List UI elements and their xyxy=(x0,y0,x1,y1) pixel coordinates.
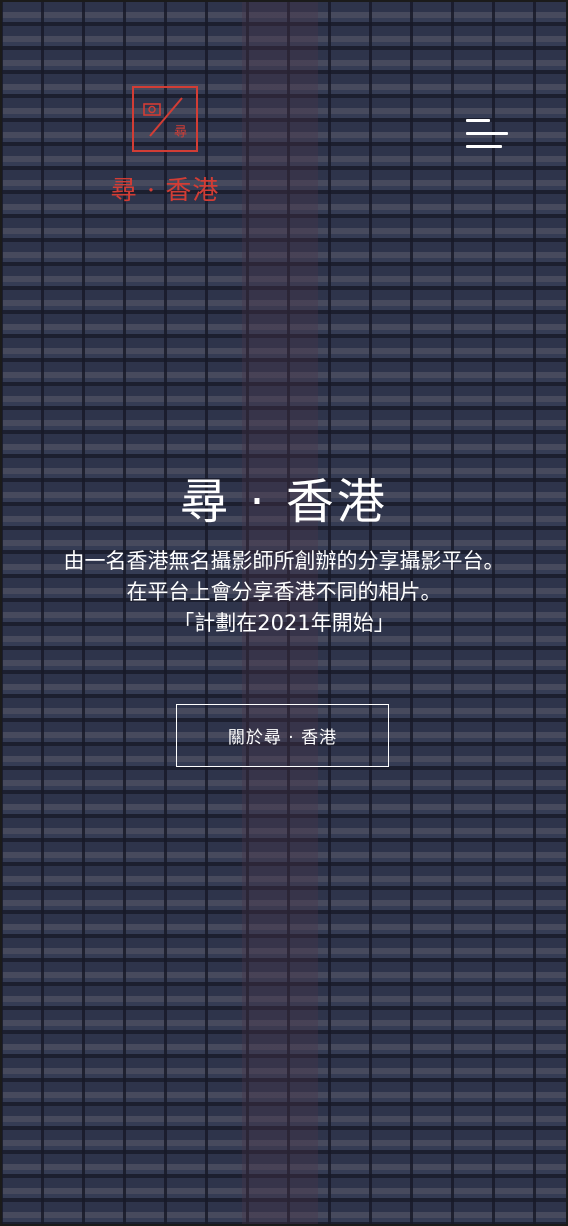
logo-mark-glyph: 尋 xyxy=(174,125,187,140)
hero-section: 尋 · 香港 由一名香港無名攝影師所創辦的分享攝影平台。 在平台上會分享香港不同… xyxy=(0,470,568,639)
hero-description-line: 在平台上會分享香港不同的相片。 xyxy=(126,580,442,604)
site-logo[interactable]: 尋 尋 · 香港 xyxy=(110,86,220,207)
menu-line xyxy=(466,145,502,148)
hero-title: 尋 · 香港 xyxy=(180,474,388,530)
menu-line xyxy=(466,132,508,135)
hero-description-line: 「計劃在2021年開始」 xyxy=(173,611,395,635)
logo-text: 尋 · 香港 xyxy=(110,176,220,206)
menu-line xyxy=(466,119,490,122)
hamburger-menu-icon[interactable] xyxy=(462,116,512,156)
logo-mark: 尋 xyxy=(132,86,198,152)
hero-description-line: 由一名香港無名攝影師所創辦的分享攝影平台。 xyxy=(63,549,505,573)
hero-description: 由一名香港無名攝影師所創辦的分享攝影平台。 在平台上會分享香港不同的相片。 「計… xyxy=(0,546,568,639)
about-button[interactable]: 關於尋 · 香港 xyxy=(176,704,389,767)
